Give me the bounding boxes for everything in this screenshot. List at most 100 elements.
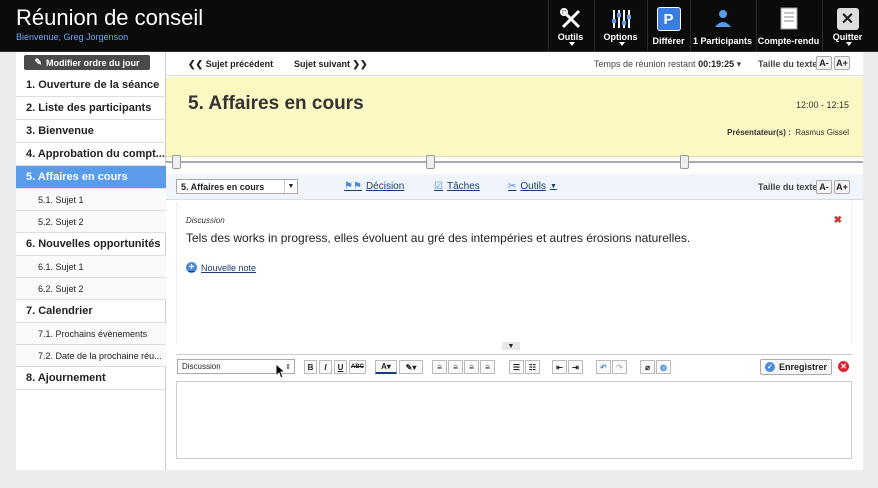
save-button[interactable]: ✓ Enregistrer xyxy=(760,359,832,375)
slider-handle[interactable] xyxy=(172,155,181,169)
tools-menu-button[interactable]: Outils xyxy=(548,0,592,52)
text-size-label: Taille du texte xyxy=(758,59,818,69)
agenda-subitem[interactable]: 7.1. Prochains évènements xyxy=(16,323,166,345)
bullet-list-button[interactable]: ☰ xyxy=(509,360,524,374)
agenda-item[interactable]: 8. Ajournement xyxy=(16,367,166,390)
topic-toolbar: 5. Affaires en cours ▼ ⚑⚑ Décision ☑ Tâches… xyxy=(166,174,863,200)
document-icon xyxy=(776,6,802,32)
redo-button[interactable]: ↷ xyxy=(612,360,627,374)
resize-slider[interactable] xyxy=(166,155,863,171)
sliders-icon xyxy=(608,6,634,32)
align-right-button[interactable]: ≡ xyxy=(464,360,479,374)
align-center-button[interactable]: ≡ xyxy=(448,360,463,374)
top-bar: Réunion de conseil Bienvenue, Greg Jorge… xyxy=(0,0,878,52)
quit-label: Quitter xyxy=(832,32,863,42)
text-increase-button[interactable]: A+ xyxy=(834,56,850,70)
align-left-button[interactable]: ≡ xyxy=(432,360,447,374)
agenda-subitem[interactable]: 5.2. Sujet 2 xyxy=(16,211,166,233)
agenda-item[interactable]: 1. Ouverture de la séance xyxy=(16,74,166,97)
link-button[interactable]: ◍ xyxy=(656,360,671,374)
close-icon: ✕ xyxy=(835,6,861,32)
paperclip-icon: ⌀ xyxy=(645,362,650,372)
new-note-link[interactable]: + Nouvelle note xyxy=(186,262,256,273)
stepper-icon: ⇕ xyxy=(285,363,291,371)
modify-agenda-button[interactable]: ✎ Modifier ordre du jour xyxy=(24,55,150,70)
topic-title: 5. Affaires en cours xyxy=(188,93,364,114)
participants-button[interactable]: 1 Participants xyxy=(690,0,754,52)
pencil-icon: ✎ xyxy=(34,57,43,67)
options-menu-button[interactable]: Options xyxy=(594,0,646,52)
italic-button[interactable]: I xyxy=(319,360,332,374)
text-decrease-button[interactable]: A- xyxy=(816,56,832,70)
underline-button[interactable]: U xyxy=(334,360,347,374)
strikethrough-button[interactable]: ABC xyxy=(349,360,366,374)
agenda-subitem[interactable]: 5.1. Sujet 1 xyxy=(16,189,166,211)
main-panel: ❮❮ Sujet précédent Sujet suivant ❯❯ Temp… xyxy=(166,52,863,470)
numbered-list-button[interactable]: ☷ xyxy=(525,360,540,374)
agenda-item[interactable]: 3. Bienvenue xyxy=(16,120,166,143)
delete-note-icon[interactable]: ✖ xyxy=(834,215,842,226)
text-size-label: Taille du texte xyxy=(758,182,818,192)
decision-link[interactable]: ⚑⚑ Décision xyxy=(344,181,404,192)
agenda-sidebar: ✎ Modifier ordre du jour 1. Ouverture de… xyxy=(16,52,166,470)
note-editor-area[interactable] xyxy=(176,381,852,459)
tools-label: Outils xyxy=(557,32,584,42)
chevron-down-icon: ▼ xyxy=(284,180,297,193)
slider-handle[interactable] xyxy=(680,155,689,169)
outdent-button[interactable]: ⇤ xyxy=(552,360,567,374)
topic-tools-link[interactable]: ✂ Outils ▼ xyxy=(508,181,557,192)
highlight-color-button[interactable]: ✎ ▾ xyxy=(399,360,423,374)
collapse-toggle[interactable]: ▼ xyxy=(502,342,520,350)
check-icon: ✓ xyxy=(764,362,775,372)
tools-icon: ✂ xyxy=(508,181,517,192)
justify-icon: ≡ xyxy=(485,362,490,372)
topic-select[interactable]: 5. Affaires en cours ▼ xyxy=(176,179,298,194)
discussion-text[interactable]: Tels des works in progress, elles évolue… xyxy=(186,231,690,245)
minutes-button[interactable]: Compte-rendu xyxy=(756,0,820,52)
agenda-item[interactable]: 5. Affaires en cours xyxy=(16,166,166,189)
indent-button[interactable]: ⇥ xyxy=(568,360,583,374)
agenda-subitem[interactable]: 7.2. Date de la prochaine réu... xyxy=(16,345,166,367)
agenda-subitem[interactable]: 6.1. Sujet 1 xyxy=(16,256,166,278)
highlighter-icon: ✎ xyxy=(405,362,413,372)
justify-button[interactable]: ≡ xyxy=(480,360,495,374)
agenda-list: 1. Ouverture de la séance 2. Liste des pa… xyxy=(16,74,166,390)
font-color-button[interactable]: A ▾ xyxy=(375,360,397,374)
tasks-link[interactable]: ☑ Tâches xyxy=(434,181,480,192)
topic-time: 12:00 - 12:15 xyxy=(795,100,849,110)
chevron-down-icon: ▼ xyxy=(507,342,515,350)
welcome-text: Bienvenue, Greg Jorgenson xyxy=(16,32,129,42)
align-left-icon: ≡ xyxy=(437,362,442,372)
numbered-list-icon: ☷ xyxy=(528,362,537,372)
participants-label: 1 Participants xyxy=(692,36,753,46)
agenda-subitem[interactable]: 6.2. Sujet 2 xyxy=(16,278,166,300)
bold-button[interactable]: B xyxy=(304,360,317,374)
plus-icon: + xyxy=(186,262,197,273)
slider-track xyxy=(166,161,863,163)
next-topic-link[interactable]: Sujet suivant ❯❯ xyxy=(294,59,368,70)
outdent-icon: ⇤ xyxy=(556,362,563,372)
flags-icon: ⚑⚑ xyxy=(344,181,362,192)
previous-topic-link[interactable]: ❮❮ Sujet précédent xyxy=(188,59,273,70)
undo-button[interactable]: ↶ xyxy=(596,360,611,374)
agenda-item[interactable]: 4. Approbation du compt... xyxy=(16,143,166,166)
quit-button[interactable]: ✕ Quitter xyxy=(822,0,872,52)
text-decrease-button[interactable]: A- xyxy=(816,180,832,194)
minutes-label: Compte-rendu xyxy=(757,36,820,46)
meeting-timer[interactable]: Temps de réunion restant 00:19:25 ▾ xyxy=(594,59,741,70)
cancel-icon[interactable]: ✕ xyxy=(838,361,849,372)
globe-icon: ◍ xyxy=(660,362,667,372)
agenda-item[interactable]: 6. Nouvelles opportunités xyxy=(16,233,166,256)
bullet-list-icon: ☰ xyxy=(512,362,521,372)
defer-button[interactable]: P Différer xyxy=(647,0,689,52)
align-right-icon: ≡ xyxy=(469,362,474,372)
attach-button[interactable]: ⌀ xyxy=(640,360,655,374)
redo-icon: ↷ xyxy=(616,362,623,372)
text-increase-button[interactable]: A+ xyxy=(834,180,850,194)
defer-label: Différer xyxy=(652,36,685,46)
parking-icon: P xyxy=(656,6,682,32)
checklist-icon: ☑ xyxy=(434,181,443,192)
agenda-item[interactable]: 7. Calendrier xyxy=(16,300,166,323)
agenda-item[interactable]: 2. Liste des participants xyxy=(16,97,166,120)
slider-handle[interactable] xyxy=(426,155,435,169)
